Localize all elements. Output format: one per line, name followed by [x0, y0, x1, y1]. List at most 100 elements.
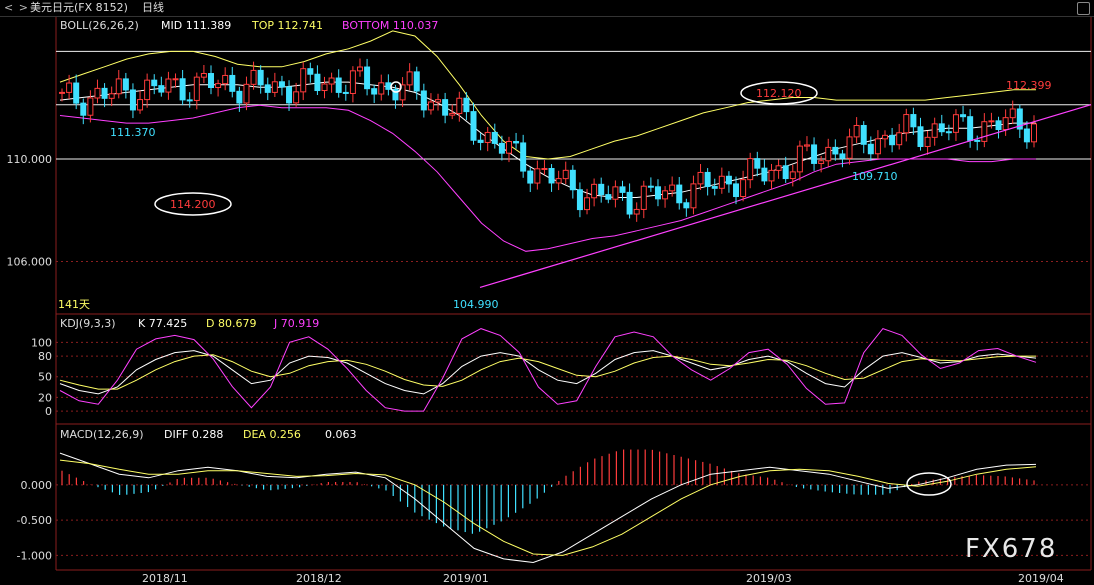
- candle-body: [293, 91, 300, 104]
- candle-body: [874, 138, 881, 155]
- price-annotation: 109.710: [852, 170, 898, 183]
- candle-body: [896, 132, 903, 146]
- kdj-label[interactable]: KDJ(9,3,3): [60, 317, 116, 330]
- kdj-d: D 80.679: [206, 317, 256, 330]
- macd-bars: [61, 449, 1035, 534]
- candle-body: [903, 114, 910, 134]
- candle-body: [853, 124, 860, 138]
- candle-body: [186, 99, 193, 102]
- macd-label[interactable]: MACD(12,26,9): [60, 428, 144, 441]
- candle-body: [740, 179, 747, 198]
- candle-body: [229, 74, 236, 92]
- candle-body: [463, 97, 470, 113]
- candle-body: [960, 114, 967, 118]
- candle-body: [981, 121, 988, 142]
- days-label: 141天: [58, 298, 90, 311]
- candle-body: [562, 169, 569, 180]
- candle-body: [222, 74, 229, 85]
- candle-body: [633, 208, 640, 215]
- candle-body: [931, 123, 938, 138]
- candle-body: [378, 82, 385, 95]
- candle-body: [321, 83, 328, 92]
- date-tick: 2018/12: [296, 572, 342, 585]
- candle-body: [775, 165, 782, 171]
- candle-body: [300, 68, 307, 93]
- x-axis-labels: 2018/11 2018/12 2019/01 2019/03 2019/04: [142, 572, 1064, 585]
- candle-body: [924, 136, 931, 147]
- candle-body: [967, 116, 974, 141]
- candle-body: [243, 83, 250, 104]
- candle-body: [484, 131, 491, 143]
- y-axis-labels: 106.000 110.000 020 50 80100 -1.000 -0.500 0.00…: [7, 153, 53, 562]
- macd-diff-line: [59, 452, 1037, 564]
- kdj-tick: 50: [38, 371, 52, 384]
- candle-body: [619, 186, 626, 193]
- candle-body: [576, 189, 583, 211]
- candle-body: [165, 78, 172, 93]
- boll-bottom: BOTTOM 110.037: [342, 19, 438, 32]
- candle-body: [527, 170, 534, 184]
- candle-body: [427, 101, 434, 111]
- candle-body: [207, 73, 214, 89]
- candle-body: [470, 111, 477, 141]
- candle-body: [314, 73, 321, 92]
- candle-body: [733, 183, 740, 198]
- candle-body: [548, 168, 555, 184]
- macd-diff: DIFF 0.288: [164, 428, 223, 441]
- candle-body: [605, 194, 612, 200]
- candle-body: [782, 165, 789, 180]
- kdj-tick: 100: [31, 336, 52, 349]
- date-tick: 2019/01: [443, 572, 489, 585]
- candle-body: [974, 139, 981, 142]
- candle-body: [662, 190, 669, 200]
- candle-body: [59, 91, 65, 94]
- price-annotation: 114.200: [170, 198, 216, 211]
- candle-body: [491, 131, 498, 144]
- boll-label[interactable]: BOLL(26,26,2): [60, 19, 139, 32]
- candle-body: [371, 88, 378, 95]
- candle-body: [917, 126, 924, 147]
- candle-body: [647, 185, 654, 188]
- chart-frames: [55, 17, 1092, 571]
- candle-body: [697, 171, 704, 185]
- macd-lines: [59, 452, 1037, 564]
- candle-body: [569, 169, 576, 191]
- candle-body: [307, 68, 314, 75]
- candle-body: [889, 134, 896, 146]
- candle-body: [200, 73, 207, 78]
- candle-body: [725, 175, 732, 185]
- candle-body: [513, 141, 520, 144]
- price-tick: 110.000: [7, 153, 53, 166]
- candle-body: [690, 183, 697, 209]
- candle-body: [101, 87, 108, 99]
- candle-body: [342, 91, 349, 94]
- candle-body: [477, 139, 484, 143]
- candle-body: [406, 71, 413, 86]
- candle-body: [541, 168, 548, 171]
- support-trendline: [479, 104, 1092, 289]
- candle-body: [718, 175, 725, 189]
- candle-body: [179, 78, 186, 101]
- candle-body: [122, 78, 129, 91]
- candle-body: [1009, 108, 1016, 119]
- price-annotation: 112.399: [1006, 79, 1052, 92]
- boll-mid: MID 111.389: [161, 19, 231, 32]
- price-chart: 114.200 111.370 104.990 112.120 109.710 112.3…: [7, 17, 1092, 585]
- candle-body: [449, 112, 456, 116]
- candle-body: [364, 66, 371, 90]
- candle-body: [761, 167, 768, 182]
- price-annotation: 104.990: [453, 298, 499, 311]
- candle-body: [711, 186, 718, 189]
- candle-body: [825, 146, 832, 162]
- macd-tick: 0.000: [21, 479, 53, 492]
- candle-body: [952, 114, 959, 133]
- kdj-j: J 70.919: [273, 317, 319, 330]
- candle-body: [236, 90, 243, 104]
- candle-body: [1031, 123, 1037, 143]
- candle-body: [832, 146, 839, 155]
- candle-body: [910, 114, 917, 128]
- candle-body: [654, 186, 661, 200]
- candle-body: [278, 81, 285, 88]
- kdj-j-line: [59, 328, 1037, 412]
- candle-body: [945, 131, 952, 134]
